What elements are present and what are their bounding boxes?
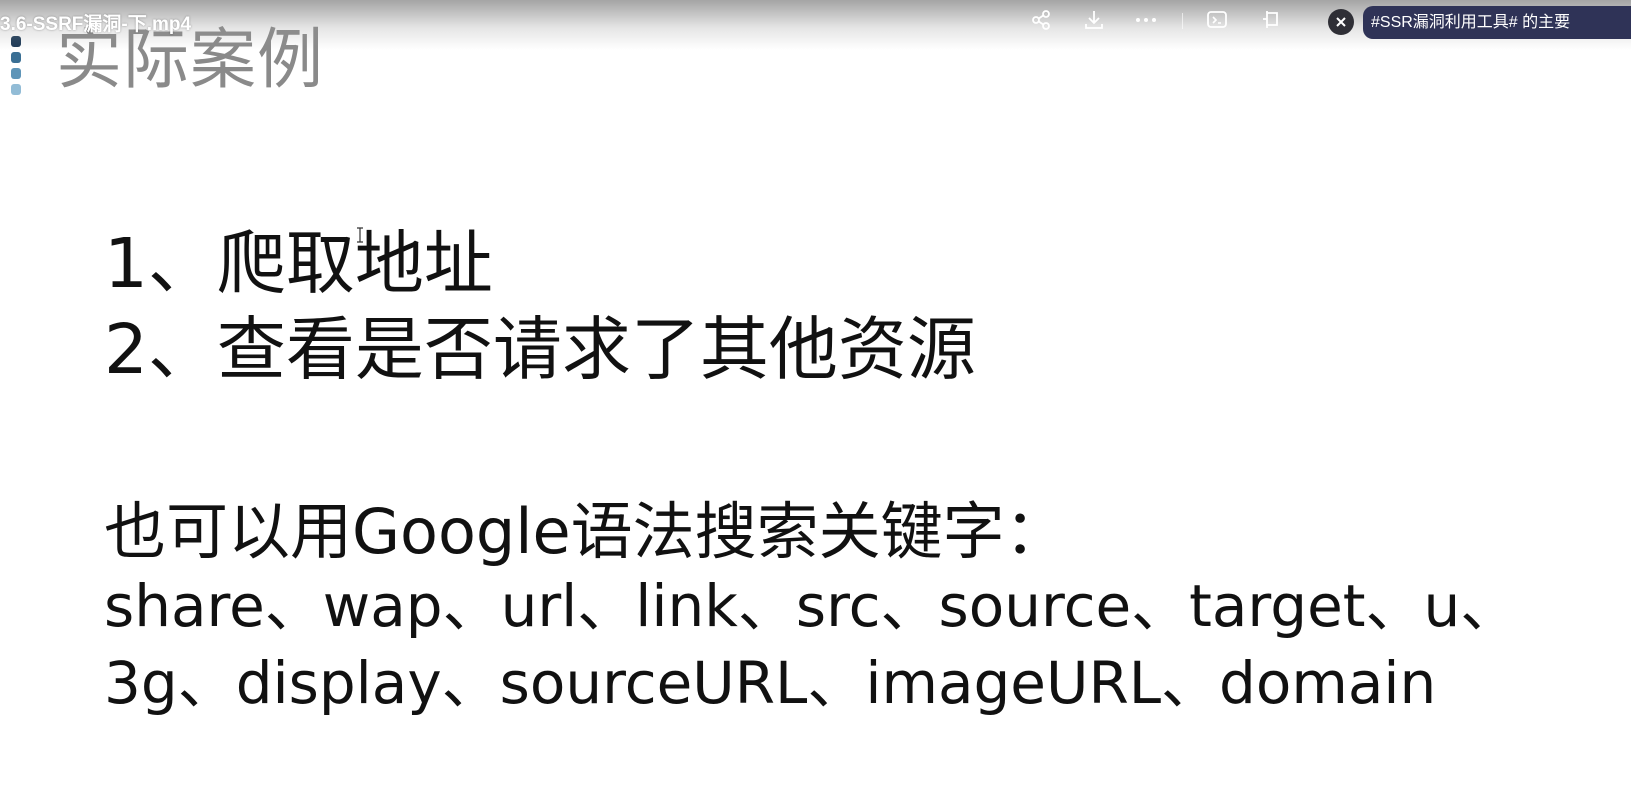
text-cursor-icon: [357, 227, 363, 243]
bullet-2: [11, 52, 21, 63]
screenshot-icon[interactable]: [1203, 6, 1231, 34]
keywords-line-2: 3g、display、sourceURL、imageURL、domain: [104, 649, 1437, 717]
step-2: 2、查看是否请求了其他资源: [104, 310, 976, 390]
pip-icon[interactable]: [1257, 6, 1285, 34]
player-top-bar: 3.6-SSRF漏洞-下.mp4 #SSR漏洞利用工具# 的主要: [0, 0, 1631, 50]
more-icon[interactable]: [1132, 6, 1160, 34]
toolbar-divider: [1182, 13, 1183, 29]
bullet-3: [11, 68, 21, 79]
video-title: 3.6-SSRF漏洞-下.mp4: [0, 14, 192, 35]
topic-tag-pill[interactable]: #SSR漏洞利用工具# 的主要: [1363, 6, 1631, 39]
close-tag-button[interactable]: [1328, 9, 1354, 35]
step-1: 1、爬取地址: [104, 224, 493, 304]
bullet-4: [11, 84, 21, 95]
download-icon[interactable]: [1080, 6, 1108, 34]
close-icon: [1336, 17, 1346, 27]
google-search-line: 也可以用Google语法搜索关键字：: [104, 495, 1067, 568]
video-frame: 实际案例 1、爬取地址 2、查看是否请求了其他资源 也可以用Google语法搜索…: [0, 0, 1631, 794]
share-icon[interactable]: [1027, 6, 1055, 34]
keywords-line-1: share、wap、url、link、src、source、target、u、: [104, 572, 1519, 640]
